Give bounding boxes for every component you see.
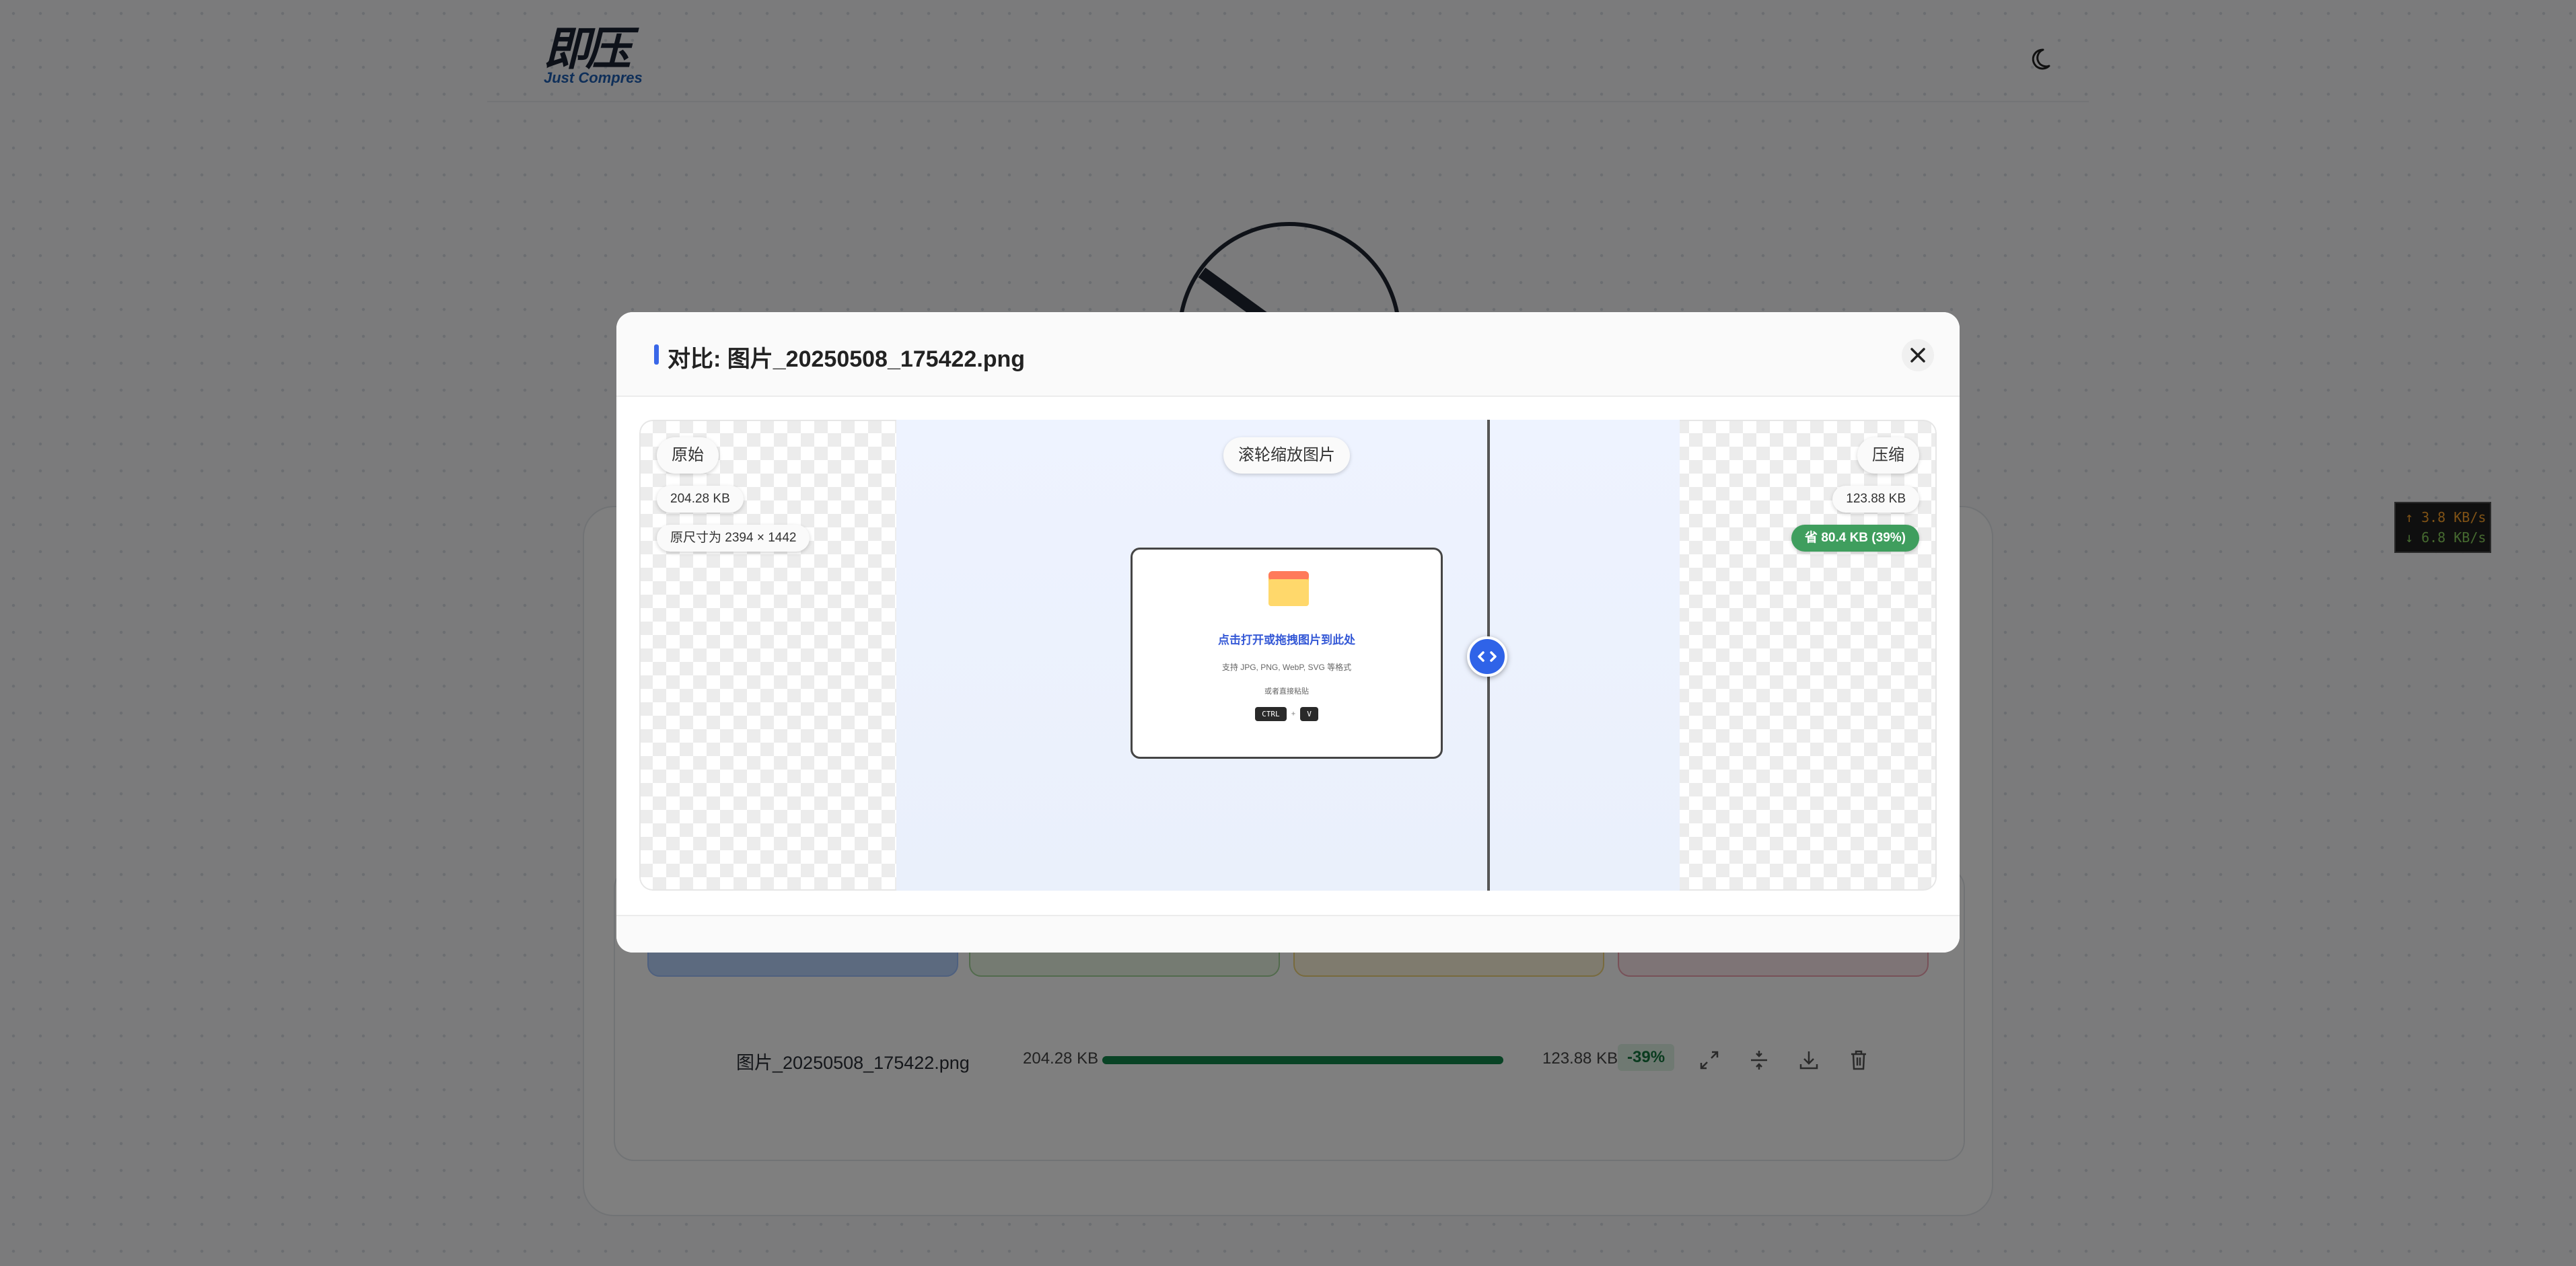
original-dimensions-chip: 原尺寸为 2394 × 1442 xyxy=(657,525,810,552)
close-icon xyxy=(1910,348,1925,363)
upload-main-text: 点击打开或拖拽图片到此处 xyxy=(1218,634,1355,646)
compare-viewer[interactable]: 点击打开或拖拽图片到此处 支持 JPG, PNG, WebP, SVG 等格式 … xyxy=(639,420,1937,891)
ctrl-key: CTRL xyxy=(1255,707,1287,721)
plus-sign: + xyxy=(1291,710,1296,718)
close-button[interactable] xyxy=(1902,339,1934,371)
compare-modal: 对比: 图片_20250508_175422.png 点击打开或拖拽图片到此处 … xyxy=(616,312,1960,953)
folder-icon xyxy=(1268,571,1309,606)
compressed-size-chip: 123.88 KB xyxy=(1832,486,1919,513)
zoom-hint: 滚轮缩放图片 xyxy=(1223,437,1350,474)
saved-badge: 省 80.4 KB (39%) xyxy=(1791,525,1919,552)
original-size-chip: 204.28 KB xyxy=(657,486,744,513)
upload-paste-text: 或者直接粘贴 xyxy=(1264,687,1309,696)
original-label: 原始 xyxy=(657,437,719,474)
preview-image: 点击打开或拖拽图片到此处 支持 JPG, PNG, WebP, SVG 等格式 … xyxy=(896,420,1680,891)
title-accent xyxy=(654,344,659,365)
upload-dropzone-preview: 点击打开或拖拽图片到此处 支持 JPG, PNG, WebP, SVG 等格式 … xyxy=(1131,548,1443,759)
upload-formats-text: 支持 JPG, PNG, WebP, SVG 等格式 xyxy=(1221,663,1352,672)
drag-arrows-icon xyxy=(1478,651,1497,662)
compressed-label: 压缩 xyxy=(1857,437,1919,474)
modal-title: 对比: 图片_20250508_175422.png xyxy=(668,346,1026,372)
shortcut-keys: CTRL + V xyxy=(1133,707,1441,721)
modal-footer xyxy=(616,915,1960,953)
slider-handle[interactable] xyxy=(1467,636,1507,677)
modal-header: 对比: 图片_20250508_175422.png xyxy=(616,312,1960,397)
v-key: V xyxy=(1300,707,1318,721)
